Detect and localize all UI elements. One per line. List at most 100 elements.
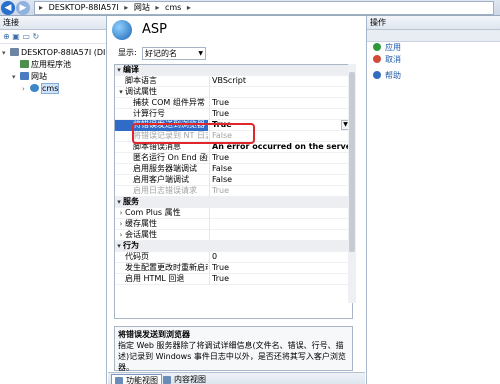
page-title: ASP <box>142 22 167 37</box>
property-value[interactable]: True <box>209 109 351 120</box>
expand-icon[interactable]: › <box>22 83 30 95</box>
breadcrumb-site[interactable]: cms <box>165 3 181 12</box>
help-icon <box>373 71 381 79</box>
property-name: 启用 HTML 回退 <box>125 274 185 283</box>
property-name: 脚本语言 <box>125 76 157 85</box>
asp-globe-icon <box>112 20 132 40</box>
property-row[interactable]: 计算行号 True <box>115 109 352 120</box>
property-value[interactable]: True <box>209 263 351 274</box>
property-value[interactable]: An error occurred on the server <box>209 142 351 153</box>
folder-icon[interactable]: ▭ <box>22 32 30 41</box>
help-button[interactable]: 帮助 <box>367 70 500 82</box>
property-value[interactable] <box>209 208 351 219</box>
property-value[interactable]: 0 <box>209 252 351 263</box>
scrollbar-thumb[interactable] <box>349 72 355 252</box>
property-value[interactable] <box>209 87 351 98</box>
expand-icon[interactable]: ▾ <box>117 87 125 97</box>
server-icon <box>10 48 19 56</box>
actions-title: 操作 <box>367 16 500 30</box>
property-row[interactable]: 启用服务器端调试 False <box>115 164 352 175</box>
property-value[interactable]: True <box>209 274 351 285</box>
features-view-icon <box>115 377 123 384</box>
breadcrumb-server[interactable]: DESKTOP-88IA57I <box>49 3 119 12</box>
expand-icon[interactable]: ▾ <box>115 241 123 251</box>
property-name: 发生配置更改时重新启动 <box>125 263 208 272</box>
property-name: 将错误发送到浏览器 <box>115 120 208 131</box>
property-row[interactable]: ▾ 调试属性 <box>115 87 352 98</box>
expand-icon[interactable]: › <box>117 208 125 218</box>
property-value[interactable] <box>209 197 351 208</box>
property-value[interactable]: False <box>209 175 351 186</box>
property-value[interactable]: True <box>209 98 351 109</box>
expand-icon[interactable]: › <box>117 230 125 240</box>
property-value[interactable]: False <box>209 131 351 142</box>
save-icon[interactable]: ▣ <box>12 32 20 41</box>
property-name: 脚本错误消息 <box>133 142 181 151</box>
breadcrumb-arrow-icon: ▸ <box>39 3 44 12</box>
chevron-down-icon: ▼ <box>198 50 203 57</box>
breadcrumb-sites[interactable]: 网站 <box>134 3 150 12</box>
collapse-icon[interactable]: ▾ <box>12 71 20 83</box>
property-row[interactable]: 代码页 0 <box>115 252 352 263</box>
property-name: › 会话属性 <box>115 230 208 241</box>
breadcrumb-arrow-icon: ▸ <box>155 3 160 12</box>
property-name: 启用服务器端调试 <box>133 164 197 173</box>
property-row[interactable]: 匿名运行 On End 函数 True <box>115 153 352 164</box>
actions-pane: 操作 应用 取消 帮助 <box>366 16 500 384</box>
tab-features-view[interactable]: 功能视图 <box>111 374 162 384</box>
property-value[interactable] <box>209 65 351 76</box>
apply-button[interactable]: 应用 <box>367 42 500 54</box>
property-value[interactable] <box>209 241 351 252</box>
expand-icon[interactable]: ▾ <box>115 65 123 75</box>
property-name: ▾ 行为 <box>115 241 208 252</box>
property-row[interactable]: 启用日志错误请求 True <box>115 186 352 197</box>
collapse-icon[interactable]: ▾ <box>2 47 10 59</box>
cancel-button[interactable]: 取消 <box>367 54 500 66</box>
property-category[interactable]: ▾ 服务 <box>115 197 352 208</box>
tree-node-app-pools[interactable]: 应用程序池 <box>0 59 106 71</box>
breadcrumb-arrow-icon: ▸ <box>124 3 129 12</box>
expand-icon[interactable]: ▾ <box>115 197 123 207</box>
back-icon[interactable]: ◀ <box>1 1 15 15</box>
connect-icon[interactable]: ⊕ <box>3 32 10 41</box>
forward-icon[interactable]: ▶ <box>16 1 30 15</box>
tree-node-cms[interactable]: › cms <box>0 83 106 95</box>
property-name: 匿名运行 On End 函数 <box>133 153 208 162</box>
property-value[interactable]: True <box>209 120 351 131</box>
property-row[interactable]: 脚本语言 VBScript <box>115 76 352 87</box>
tree-node-server[interactable]: ▾ DESKTOP-88IA57I (DI <box>0 47 106 59</box>
property-description: 将错误发送到浏览器 指定 Web 服务器除了将调试详细信息(文件名、错误、行号、… <box>114 326 353 372</box>
property-row[interactable]: 捕获 COM 组件异常 True <box>115 98 352 109</box>
refresh-icon[interactable]: ↻ <box>32 32 39 41</box>
property-row[interactable]: 将错误发送到浏览器 True ▼ <box>115 120 352 131</box>
property-value[interactable] <box>209 230 351 241</box>
tree-node-sites[interactable]: ▾ 网站 <box>0 71 106 83</box>
property-row[interactable]: › 会话属性 <box>115 230 352 241</box>
property-value[interactable] <box>209 219 351 230</box>
property-value[interactable]: True <box>209 153 351 164</box>
cancel-icon <box>373 55 381 63</box>
feature-header: ASP <box>108 16 365 46</box>
property-name: ▾ 服务 <box>115 197 208 208</box>
expand-icon[interactable]: › <box>117 219 125 229</box>
property-row[interactable]: 发生配置更改时重新启动 True <box>115 263 352 274</box>
property-name: 将错误记录到 NT 日志 <box>133 131 208 140</box>
property-value[interactable]: VBScript <box>209 76 351 87</box>
property-row[interactable]: › Com Plus 属性 <box>115 208 352 219</box>
property-name: ▾ 调试属性 <box>115 87 208 98</box>
property-value[interactable]: True <box>209 186 351 197</box>
property-row[interactable]: 启用 HTML 回退 True <box>115 274 352 285</box>
property-row[interactable]: › 缓存属性 <box>115 219 352 230</box>
property-category[interactable]: ▾ 编译 <box>115 65 352 76</box>
property-name: 启用客户端调试 <box>133 175 189 184</box>
tab-content-view[interactable]: 内容视图 <box>160 374 209 384</box>
display-select[interactable]: 好记的名 ▼ <box>142 47 206 60</box>
property-value[interactable]: False <box>209 164 351 175</box>
property-row[interactable]: 将错误记录到 NT 日志 False <box>115 131 352 142</box>
property-row[interactable]: 启用客户端调试 False <box>115 175 352 186</box>
breadcrumb[interactable]: ▸ DESKTOP-88IA57I ▸ 网站 ▸ cms ▸ <box>34 1 494 15</box>
property-row[interactable]: 脚本错误消息 An error occurred on the server <box>115 142 352 153</box>
connections-pane: 连接 ⊕ ▣ ▭ ↻ ▾ DESKTOP-88IA57I (DI 应用程序池 ▾ 网… <box>0 16 107 384</box>
property-category[interactable]: ▾ 行为 <box>115 241 352 252</box>
grid-scrollbar[interactable] <box>348 64 356 303</box>
